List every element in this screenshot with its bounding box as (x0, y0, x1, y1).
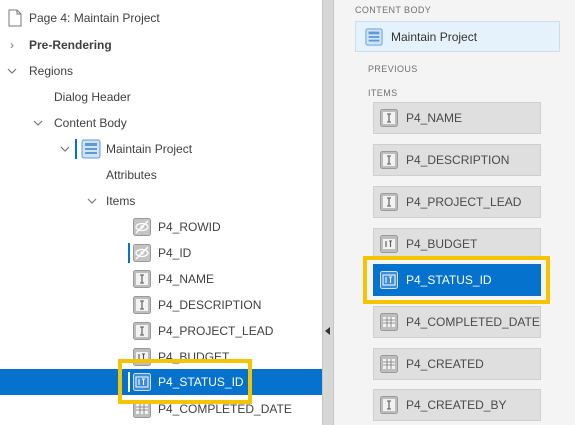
panel-splitter[interactable] (322, 0, 334, 425)
chevron-down-icon[interactable] (32, 117, 44, 129)
layout-item[interactable]: P4_NAME (373, 102, 541, 134)
chevron-down-icon[interactable] (6, 65, 18, 77)
tree-item[interactable]: P4_ID (0, 240, 322, 266)
tree-node-label: Content Body (54, 116, 127, 130)
layout-item[interactable]: P4_CREATED (373, 348, 541, 380)
tree-node-label: Attributes (106, 168, 157, 182)
region-label: Maintain Project (391, 29, 478, 44)
text-field-icon (133, 322, 151, 340)
layout-item-label: P4_STATUS_ID (406, 273, 492, 287)
region-block[interactable]: Maintain Project (355, 21, 560, 52)
layout-panel: CONTENT BODY Maintain Project PREVIOUS I… (334, 0, 575, 425)
layout-item-label: P4_COMPLETED_DATE (406, 315, 540, 329)
tree-item-selected[interactable]: P4_STATUS_ID (0, 369, 322, 395)
date-picker-icon (133, 400, 151, 418)
chevron-down-icon[interactable] (59, 143, 71, 155)
layout-item-label: P4_BUDGET (406, 237, 478, 251)
tree-item[interactable]: P4_BUDGET (0, 344, 322, 370)
layout-item-label: P4_PROJECT_LEAD (406, 195, 522, 209)
tree-node-attributes[interactable]: Attributes (0, 162, 322, 188)
tree-node-content-body[interactable]: Content Body (0, 110, 322, 136)
hidden-item-icon (133, 244, 151, 262)
tree-node-dialog-header[interactable]: Dialog Header (0, 84, 322, 110)
tree-item[interactable]: P4_DESCRIPTION (0, 292, 322, 318)
layout-item-selected[interactable]: P4_STATUS_ID (373, 264, 541, 296)
layout-item-label: P4_CREATED (406, 357, 484, 371)
date-picker-icon (380, 313, 398, 331)
text-field-icon (380, 396, 398, 414)
tree-item-label: P4_ID (158, 246, 192, 260)
page-icon (8, 9, 22, 27)
tree-item-label: P4_BUDGET (158, 350, 230, 364)
layout-item[interactable]: P4_PROJECT_LEAD (373, 186, 541, 218)
tree-item-label: P4_COMPLETED_DATE (158, 402, 292, 416)
previous-label: PREVIOUS (368, 64, 418, 74)
tree-node-label: Dialog Header (54, 90, 131, 104)
tree-item-label: P4_ROWID (158, 220, 221, 234)
tree-item[interactable]: P4_PROJECT_LEAD (0, 318, 322, 344)
section-title: CONTENT BODY (355, 5, 432, 15)
tree-item-label: P4_PROJECT_LEAD (158, 324, 274, 338)
region-icon (81, 139, 101, 159)
tree-item-label: P4_STATUS_ID (158, 375, 244, 389)
layout-item[interactable]: P4_CREATED_BY (373, 389, 541, 421)
selection-marker (128, 372, 130, 392)
number-field-icon (133, 348, 151, 366)
tree-node-label: Regions (29, 64, 74, 78)
selection-marker (128, 243, 130, 263)
layout-item[interactable]: P4_COMPLETED_DATE (373, 306, 541, 338)
layout-item-label: P4_NAME (406, 111, 463, 125)
layout-item[interactable]: P4_DESCRIPTION (373, 144, 541, 176)
tree-node-pre-rendering[interactable]: › Pre-Rendering (0, 32, 322, 58)
tree-node-page[interactable]: Page 4: Maintain Project (0, 5, 322, 31)
region-icon (365, 27, 383, 46)
text-field-icon (133, 296, 151, 314)
tree-item[interactable]: P4_NAME (0, 266, 322, 292)
tree-item-label: P4_NAME (158, 272, 215, 286)
page-title: Page 4: Maintain Project (29, 11, 160, 25)
layout-item-label: P4_CREATED_BY (406, 398, 507, 412)
rendering-tree: Page 4: Maintain Project › Pre-Rendering… (0, 0, 322, 425)
text-field-icon (380, 151, 398, 169)
text-field-icon (380, 109, 398, 127)
tree-node-label: Maintain Project (106, 142, 193, 156)
collapse-arrow-icon[interactable] (325, 327, 330, 335)
tree-node-region-maintain-project[interactable]: Maintain Project (0, 136, 322, 162)
selection-marker (75, 139, 77, 159)
tree-node-regions[interactable]: Regions (0, 58, 322, 84)
layout-item-label: P4_DESCRIPTION (406, 153, 510, 167)
items-label: ITEMS (368, 88, 398, 98)
tree-node-items[interactable]: Items (0, 188, 322, 214)
chevron-right-icon[interactable]: › (6, 39, 18, 51)
layout-item[interactable]: P4_BUDGET (373, 228, 541, 260)
number-field-icon (380, 235, 398, 253)
number-field-icon (380, 271, 398, 289)
tree-item-label: P4_DESCRIPTION (158, 298, 262, 312)
tree-node-label: Pre-Rendering (29, 38, 112, 52)
chevron-down-icon[interactable] (86, 195, 98, 207)
number-field-icon (133, 373, 151, 391)
text-field-icon (380, 193, 398, 211)
text-field-icon (133, 270, 151, 288)
date-picker-icon (380, 355, 398, 373)
tree-item[interactable]: P4_ROWID (0, 214, 322, 240)
hidden-item-icon (133, 218, 151, 236)
tree-item[interactable]: P4_COMPLETED_DATE (0, 396, 322, 422)
tree-node-label: Items (106, 194, 136, 208)
